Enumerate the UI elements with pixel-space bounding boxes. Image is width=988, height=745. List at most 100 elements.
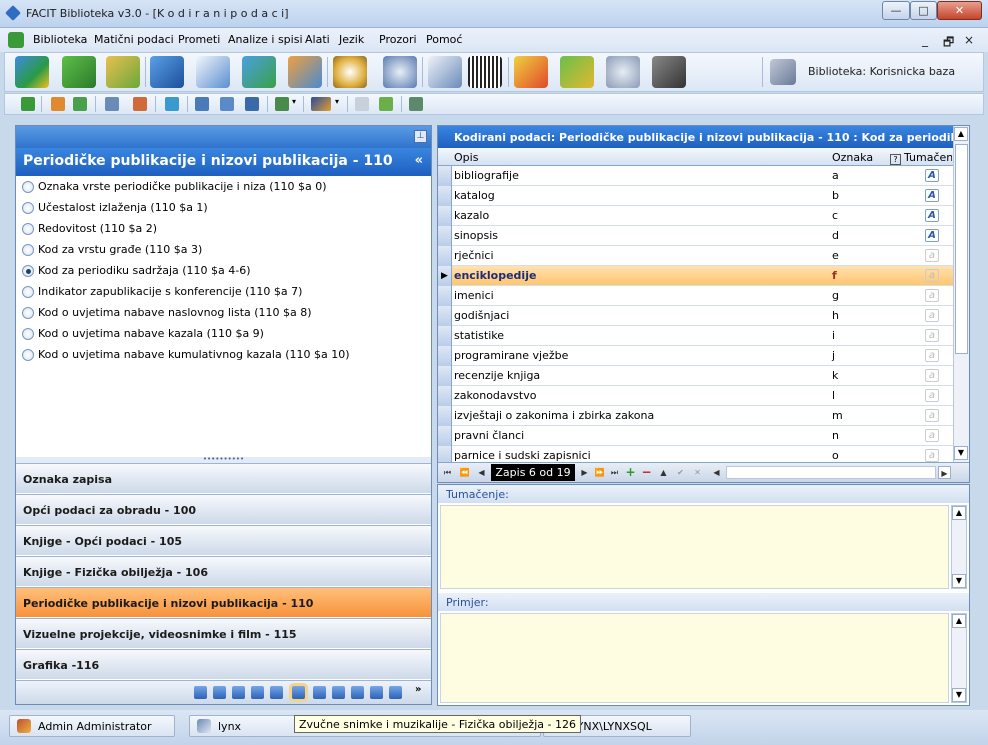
section-opci-podaci-100[interactable]: Opći podaci za obradu - 100 [16, 494, 431, 524]
row-indicator[interactable] [438, 166, 452, 186]
row-indicator[interactable] [438, 246, 452, 266]
col-opis[interactable]: Opis [454, 151, 478, 164]
row-indicator[interactable] [438, 326, 452, 346]
table-row[interactable]: kazalo c A [438, 206, 953, 226]
row-indicator[interactable]: ▶ [438, 266, 452, 286]
radio-option[interactable]: Kod za vrstu građe (110 $a 3) [22, 243, 202, 256]
filter-icon[interactable] [311, 97, 331, 111]
delete-record-icon[interactable]: − [640, 466, 653, 479]
section-mini-icon[interactable] [332, 686, 345, 699]
radio-option[interactable]: Kod o uvjetima nabave naslovnog lista (1… [22, 306, 312, 319]
cards-icon[interactable] [428, 56, 462, 88]
puzzle-icon[interactable] [62, 56, 96, 88]
gear-icon[interactable] [606, 56, 640, 88]
radio-dot[interactable] [22, 201, 34, 214]
section-mini-icon[interactable] [270, 686, 283, 699]
tumacenje-icon[interactable]: a [925, 349, 939, 362]
menu-alati[interactable]: Alati [305, 33, 330, 46]
tumacenje-icon[interactable]: A [925, 229, 939, 242]
radio-dot[interactable] [22, 243, 34, 256]
row-indicator[interactable] [438, 366, 452, 386]
row-indicator[interactable] [438, 426, 452, 446]
menu-jezik[interactable]: Jezik [339, 33, 364, 46]
section-knjige-105[interactable]: Knjige - Opći podaci - 105 [16, 525, 431, 555]
tumacenje-icon[interactable]: A [925, 169, 939, 182]
scroll-up-icon[interactable]: ▲ [954, 127, 968, 141]
scroll-down-icon[interactable]: ▼ [952, 688, 966, 702]
mail-icon[interactable] [355, 97, 369, 111]
transfer-icon[interactable] [242, 56, 276, 88]
tumacenje-icon[interactable]: a [925, 289, 939, 302]
scroll-left-icon[interactable]: ◀ [710, 466, 723, 479]
horizontal-scrollbar[interactable] [726, 466, 936, 479]
shield-box-icon[interactable] [106, 56, 140, 88]
table-icon[interactable] [195, 97, 209, 111]
table-row[interactable]: programirane vježbe j a [438, 346, 953, 366]
radio-option[interactable]: Učestalost izlaženja (110 $a 1) [22, 201, 208, 214]
section-mini-icon[interactable] [213, 686, 226, 699]
arrow-down-icon[interactable] [51, 97, 65, 111]
tumacenje-icon[interactable]: a [925, 269, 939, 282]
section-mini-icon[interactable] [351, 686, 364, 699]
table-row[interactable]: rječnici e a [438, 246, 953, 266]
section-mini-icon[interactable] [389, 686, 402, 699]
overflow-chevron-icon[interactable]: » [415, 684, 421, 695]
close-button[interactable]: ✕ [937, 1, 982, 20]
arrow-up-icon[interactable] [73, 97, 87, 111]
mdi-close-button[interactable]: × [964, 33, 974, 47]
tumacenje-scrollbar[interactable]: ▲ ▼ [951, 505, 967, 589]
tumacenje-icon[interactable]: a [925, 409, 939, 422]
section-knjige-106[interactable]: Knjige - Fizička obilježja - 106 [16, 556, 431, 586]
mdi-minimize-button[interactable]: _ [922, 33, 928, 47]
table-row[interactable]: ▶ enciklopedije f a [438, 266, 953, 286]
row-indicator[interactable] [438, 406, 452, 426]
radio-dot-selected[interactable] [22, 264, 34, 277]
scroll-right-icon[interactable]: ▶ [938, 466, 951, 479]
radio-option[interactable]: Kod o uvjetima nabave kumulativnog kazal… [22, 348, 350, 361]
minimize-button[interactable]: — [882, 1, 910, 20]
chevron-down-icon[interactable]: ▾ [292, 97, 300, 111]
table-row[interactable]: pravni članci n a [438, 426, 953, 446]
col-tumacenje[interactable]: ?Tumačenje [890, 151, 952, 165]
table-row[interactable]: katalog b A [438, 186, 953, 206]
grid-vertical-scrollbar[interactable]: ▲ ▼ [953, 126, 969, 462]
table-check-icon[interactable] [245, 97, 259, 111]
table-row[interactable]: sinopsis d A [438, 226, 953, 246]
tumacenje-icon[interactable]: a [925, 249, 939, 262]
section-oznaka-zapisa[interactable]: Oznaka zapisa [16, 463, 431, 493]
menu-biblioteka[interactable]: Biblioteka [33, 33, 87, 46]
tumacenje-icon[interactable]: a [925, 329, 939, 342]
users-icon[interactable] [288, 56, 322, 88]
radio-option[interactable]: Oznaka vrste periodičke publikacije i ni… [22, 180, 327, 193]
tumacenje-icon[interactable]: a [925, 369, 939, 382]
menu-pomoc[interactable]: Pomoć [426, 33, 462, 46]
row-indicator[interactable] [438, 346, 452, 366]
row-indicator[interactable] [438, 286, 452, 306]
clock-icon[interactable] [333, 56, 367, 88]
radio-dot[interactable] [22, 306, 34, 319]
tumacenje-icon[interactable]: A [925, 209, 939, 222]
next-record-icon[interactable]: ▶ [578, 466, 591, 479]
pin-icon[interactable]: ⊥ [414, 130, 427, 143]
radio-option[interactable]: Redovitost (110 $a 2) [22, 222, 157, 235]
primjer-field[interactable] [440, 613, 949, 703]
table-row[interactable]: zakonodavstvo l a [438, 386, 953, 406]
radio-dot[interactable] [22, 327, 34, 340]
table-row[interactable]: imenici g a [438, 286, 953, 306]
tumacenje-icon[interactable]: A [925, 189, 939, 202]
chart-icon[interactable] [514, 56, 548, 88]
primjer-scrollbar[interactable]: ▲ ▼ [951, 613, 967, 703]
export-icon[interactable] [275, 97, 289, 111]
radio-option-selected[interactable]: Kod za periodiku sadržaja (110 $a 4-6) [22, 264, 251, 277]
film-icon[interactable] [652, 56, 686, 88]
cubes-icon[interactable] [15, 56, 49, 88]
section-mini-icon[interactable] [251, 686, 264, 699]
section-periodicke-110[interactable]: Periodičke publikacije i nizovi publikac… [16, 587, 431, 617]
table-edit-icon[interactable] [220, 97, 234, 111]
radio-dot[interactable] [22, 285, 34, 298]
radio-dot[interactable] [22, 180, 34, 193]
section-mini-icon[interactable] [194, 686, 207, 699]
money-icon[interactable] [560, 56, 594, 88]
scroll-up-icon[interactable]: ▲ [952, 614, 966, 628]
prev-page-icon[interactable]: ⏪ [458, 466, 471, 479]
